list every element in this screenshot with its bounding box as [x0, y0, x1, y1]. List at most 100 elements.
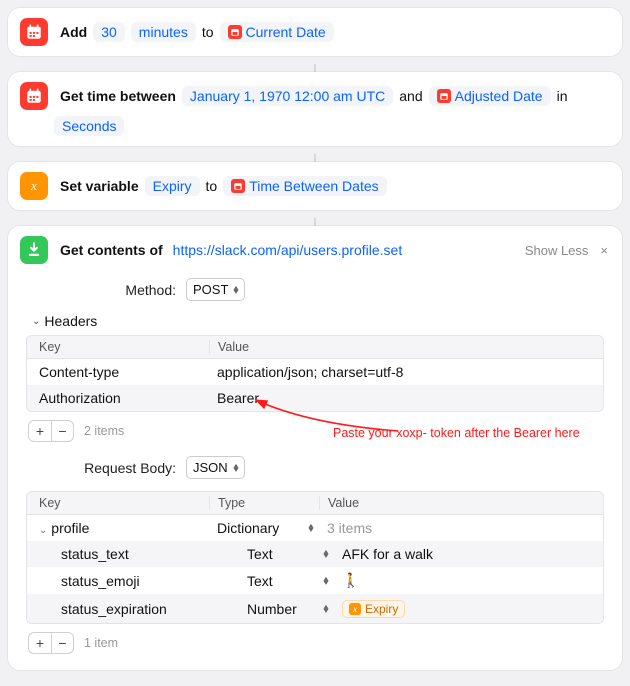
remove-header-button[interactable]: −: [51, 421, 73, 441]
connector: [314, 154, 316, 162]
annotation-text: Paste your xoxp- token after the Bearer …: [333, 426, 580, 440]
child-type: Number: [247, 601, 297, 617]
chip-text: Expiry: [365, 602, 398, 616]
calendar-icon: [20, 82, 48, 110]
verb-label: Add: [60, 24, 87, 40]
connector: [314, 218, 316, 226]
action-row: Add 30 minutes to Current Date: [20, 18, 610, 46]
chevron-down-icon: ⌄: [32, 316, 40, 327]
header-row[interactable]: Authorization Bearer: [27, 385, 603, 411]
in-label: in: [557, 88, 568, 104]
header-row[interactable]: Content-type application/json; charset=u…: [27, 359, 603, 385]
action-time-between: Get time between January 1, 1970 12:00 a…: [8, 72, 622, 146]
child-type: Text: [247, 546, 273, 562]
body-add-remove: + − 1 item: [28, 632, 602, 654]
download-icon: [20, 236, 48, 264]
verb-label: Get contents of: [60, 242, 163, 258]
child-value: 🚶: [334, 572, 591, 589]
body-child-row[interactable]: status_expiration Number ▴▾ x Expiry: [27, 594, 603, 623]
header-key: Content-type: [39, 364, 209, 380]
seconds-token[interactable]: Seconds: [54, 116, 124, 136]
method-value: POST: [193, 282, 228, 297]
body-label: Request Body:: [26, 460, 176, 476]
body-root-key: ⌄ profile: [39, 520, 209, 536]
show-less-button[interactable]: Show Less: [525, 243, 589, 258]
headers-table-head: Key Value: [26, 335, 604, 359]
child-key: status_emoji: [39, 573, 239, 589]
http-options-panel: Method: POST ▴▾ ⌄ Headers Key Value Cont…: [20, 264, 610, 660]
action-add-time: Add 30 minutes to Current Date: [8, 8, 622, 56]
body-type-select[interactable]: JSON ▴▾: [186, 456, 245, 479]
child-type-cell: Text ▴▾: [239, 573, 334, 589]
headers-table-body: Content-type application/json; charset=u…: [26, 359, 604, 412]
col-key: Key: [39, 496, 209, 510]
body-root-row[interactable]: ⌄ profile Dictionary ▴▾ 3 items: [27, 515, 603, 541]
calendar-icon: [20, 18, 48, 46]
select-arrows-icon: ▴▾: [233, 464, 238, 472]
plus-minus-group: + −: [28, 632, 74, 654]
select-arrows-icon[interactable]: ▴▾: [323, 550, 328, 558]
body-child-row[interactable]: status_emoji Text ▴▾ 🚶: [27, 567, 603, 594]
select-arrows-icon[interactable]: ▴▾: [323, 577, 328, 585]
method-select[interactable]: POST ▴▾: [186, 278, 245, 301]
plus-minus-group: + −: [28, 420, 74, 442]
col-value: Value: [209, 340, 591, 354]
headers-count: 2 items: [84, 424, 124, 438]
body-count: 1 item: [84, 636, 118, 650]
time-between-token[interactable]: Time Between Dates: [223, 176, 386, 196]
variable-name-token[interactable]: Expiry: [145, 176, 200, 196]
child-type-cell: Number ▴▾: [239, 601, 334, 617]
variable-mini-icon: x: [349, 603, 361, 615]
body-root-type: Dictionary: [217, 520, 279, 536]
add-body-button[interactable]: +: [29, 633, 51, 653]
token-text: Current Date: [246, 24, 326, 40]
col-type: Type: [209, 496, 319, 510]
child-value-chip: x Expiry: [334, 599, 591, 618]
select-arrows-icon[interactable]: ▴▾: [323, 605, 328, 613]
svg-text:x: x: [30, 179, 37, 193]
header-key: Authorization: [39, 390, 209, 406]
connector: [314, 64, 316, 72]
close-icon[interactable]: ×: [598, 243, 610, 258]
to-label: to: [206, 178, 218, 194]
action-row: x Set variable Expiry to Time Between Da…: [20, 172, 610, 200]
method-label: Method:: [26, 282, 176, 298]
epoch-date-token[interactable]: January 1, 1970 12:00 am UTC: [182, 86, 393, 106]
add-header-button[interactable]: +: [29, 421, 51, 441]
body-child-row[interactable]: status_text Text ▴▾ AFK for a walk: [27, 541, 603, 567]
col-value: Value: [319, 496, 591, 510]
action-set-variable: x Set variable Expiry to Time Between Da…: [8, 162, 622, 210]
remove-body-button[interactable]: −: [51, 633, 73, 653]
verb-label: Get time between: [60, 88, 176, 104]
header-value: Bearer: [209, 390, 591, 406]
body-root-items: 3 items: [319, 520, 591, 536]
action-get-contents: Get contents of https://slack.com/api/us…: [8, 226, 622, 670]
amount-token[interactable]: 30: [93, 22, 125, 42]
token-text: Adjusted Date: [455, 88, 543, 104]
headers-title: Headers: [44, 313, 97, 329]
child-key: status_text: [39, 546, 239, 562]
variable-chip[interactable]: x Expiry: [342, 600, 405, 618]
token-text: Time Between Dates: [249, 178, 378, 194]
body-table-body: ⌄ profile Dictionary ▴▾ 3 items status_t…: [26, 515, 604, 624]
unit-token[interactable]: minutes: [131, 22, 196, 42]
and-label: and: [399, 88, 422, 104]
body-table-head: Key Type Value: [26, 491, 604, 515]
method-row: Method: POST ▴▾: [26, 278, 604, 301]
child-key: status_expiration: [39, 601, 239, 617]
headers-disclosure[interactable]: ⌄ Headers: [32, 313, 604, 329]
current-date-token[interactable]: Current Date: [220, 22, 334, 42]
verb-label: Set variable: [60, 178, 139, 194]
url-token[interactable]: https://slack.com/api/users.profile.set: [169, 240, 407, 260]
calendar-mini-icon: [228, 25, 242, 39]
select-arrows-icon: ▴▾: [234, 286, 239, 294]
action-row: Get time between January 1, 1970 12:00 a…: [20, 82, 610, 136]
adjusted-date-token[interactable]: Adjusted Date: [429, 86, 551, 106]
variable-icon: x: [20, 172, 48, 200]
select-arrows-icon[interactable]: ▴▾: [308, 524, 313, 532]
header-value: application/json; charset=utf-8: [209, 364, 591, 380]
chevron-down-icon: ⌄: [39, 525, 47, 536]
child-type-cell: Text ▴▾: [239, 546, 334, 562]
body-type-row: Request Body: JSON ▴▾: [26, 456, 604, 479]
child-value: AFK for a walk: [334, 546, 591, 562]
